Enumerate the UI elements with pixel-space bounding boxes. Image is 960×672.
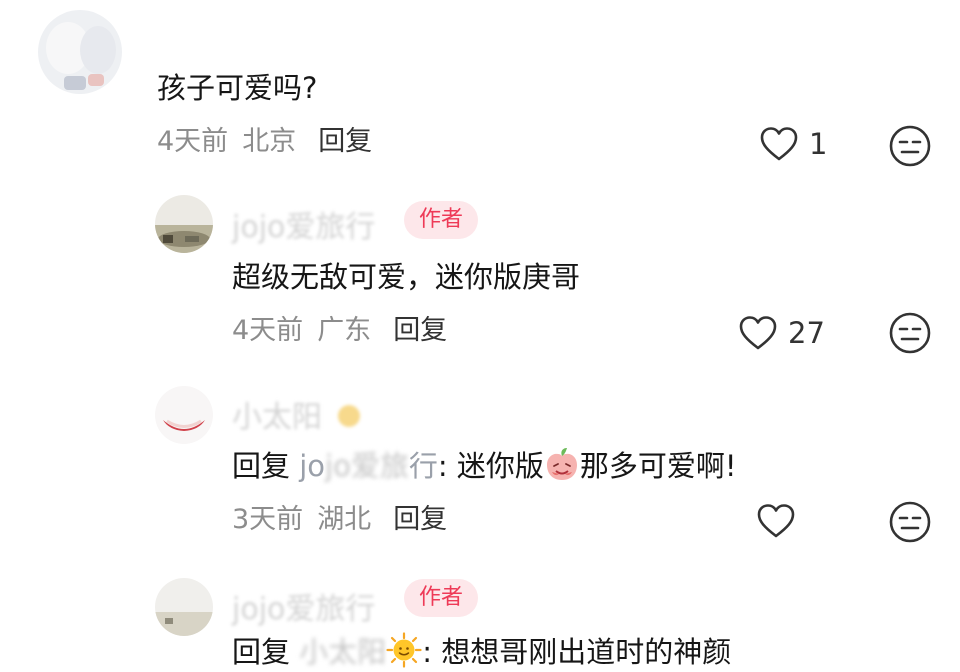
avatar[interactable]: [38, 10, 122, 94]
meh-face-icon[interactable]: [888, 311, 932, 355]
heart-outline-icon: [739, 316, 777, 350]
heart-outline-icon: [757, 504, 795, 538]
comment-text: 孩子可爱吗?: [157, 71, 318, 105]
comment-meta: 3天前 湖北 回复: [232, 502, 447, 538]
comment-location: 广东: [317, 315, 372, 346]
sun-emoji: [337, 405, 360, 427]
mention-link[interactable]: 小太阳: [299, 632, 386, 672]
comment-time: 4天前: [232, 315, 304, 346]
like-button[interactable]: 1: [759, 126, 827, 162]
avatar[interactable]: [155, 386, 213, 444]
avatar[interactable]: [155, 578, 213, 636]
like-count: 1: [809, 127, 828, 161]
comment-text: 回复 jojo爱旅行: 迷你版 那多可爱啊!: [232, 446, 737, 486]
comment-time: 4天前: [157, 126, 229, 157]
comment-username[interactable]: jojo爱旅行: [232, 202, 375, 246]
comment-location: 湖北: [317, 504, 372, 535]
reply-button[interactable]: 回复: [393, 504, 447, 535]
sun-emoji: [386, 632, 422, 668]
comment-location: 北京: [242, 126, 297, 157]
comment-text: 超级无敌可爱，迷你版庚哥: [232, 260, 581, 294]
comment-time: 3天前: [232, 504, 304, 535]
mention-link[interactable]: jo: [299, 449, 325, 483]
heart-outline-icon: [760, 127, 798, 161]
comment-text: 回复 小太阳 : 想想哥刚出道时的神颜: [232, 632, 731, 672]
comment-list: 孩子可爱吗? 4天前 北京 回复 1 jojo爱旅行 作者 超级无敌可爱，迷你版庚哥…: [0, 0, 960, 672]
peach-emoji: [546, 448, 577, 480]
reply-button[interactable]: 回复: [318, 126, 372, 157]
like-button[interactable]: [756, 503, 806, 539]
comment-meta: 4天前 北京 回复: [157, 124, 372, 160]
reply-button[interactable]: 回复: [393, 315, 447, 346]
meh-face-icon[interactable]: [888, 124, 932, 168]
comment-username[interactable]: 小太阳: [232, 392, 366, 436]
comment-username[interactable]: jojo爱旅行: [232, 584, 375, 628]
like-count: 27: [788, 316, 825, 350]
comment-meta: 4天前 广东 回复: [232, 313, 447, 349]
meh-face-icon[interactable]: [888, 500, 932, 544]
author-badge: 作者: [404, 201, 479, 239]
like-button[interactable]: 27: [738, 315, 825, 351]
author-badge: 作者: [404, 579, 479, 617]
avatar[interactable]: [155, 195, 213, 253]
